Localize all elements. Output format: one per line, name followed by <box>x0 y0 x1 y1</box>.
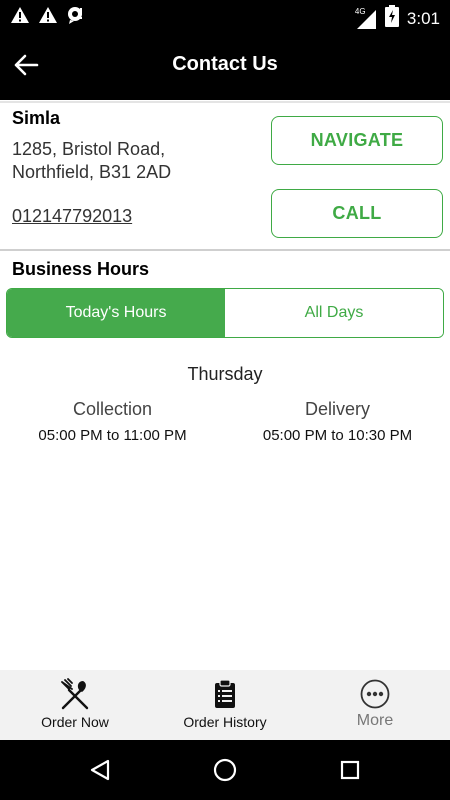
nav-label-order-now: Order Now <box>41 714 109 730</box>
clipboard-list-icon <box>208 678 242 710</box>
page-title: Contact Us <box>172 53 278 75</box>
divider <box>0 101 450 103</box>
nav-more[interactable]: More <box>300 670 450 740</box>
app-bar: Contact Us <box>0 34 450 100</box>
bottom-nav: Order Now Order History More <box>0 670 450 740</box>
status-notifications <box>10 6 86 29</box>
nav-order-now[interactable]: Order Now <box>0 670 150 740</box>
notification-icon <box>66 6 86 29</box>
collection-title: Collection <box>72 399 153 419</box>
call-button[interactable]: CALL <box>271 189 443 238</box>
tab-all-days[interactable]: All Days <box>225 289 443 337</box>
collection-hours: Collection 05:00 PM to 11:00 PM <box>0 399 225 444</box>
tab-todays-hours[interactable]: Today's Hours <box>7 289 225 337</box>
more-dots-icon <box>358 678 392 710</box>
collection-time: 05:00 PM to 11:00 PM <box>38 427 187 444</box>
nav-order-history[interactable]: Order History <box>150 670 300 740</box>
warning-icon <box>10 6 30 29</box>
status-bar: 4G 3:01 <box>0 0 450 34</box>
day-label: Thursday <box>187 364 263 384</box>
delivery-hours: Delivery 05:00 PM to 10:30 PM <box>225 399 450 444</box>
status-time: 3:01 <box>406 8 440 28</box>
signal-icon: 4G <box>355 7 377 30</box>
hours-tabs: Today's Hours All Days <box>6 288 444 338</box>
warning-icon <box>38 6 58 29</box>
address-line-2: Northfield, B31 2AD <box>12 162 172 182</box>
nav-label-order-history: Order History <box>183 714 267 730</box>
home-circle-icon[interactable] <box>210 755 240 785</box>
system-nav-bar <box>0 740 450 800</box>
status-system: 4G 3:01 <box>355 5 440 32</box>
back-triangle-icon[interactable] <box>85 755 115 785</box>
nav-label-more: More <box>356 712 394 729</box>
delivery-time: 05:00 PM to 10:30 PM <box>262 427 413 444</box>
recents-square-icon[interactable] <box>335 755 365 785</box>
divider <box>0 249 450 251</box>
fork-knife-icon <box>58 678 92 710</box>
battery-charging-icon <box>384 5 399 32</box>
delivery-title: Delivery <box>304 399 370 419</box>
address-line-1: 1285, Bristol Road, <box>12 139 166 159</box>
navigate-button[interactable]: NAVIGATE <box>271 116 443 165</box>
store-name: Simla <box>12 108 61 128</box>
business-hours-heading: Business Hours <box>12 259 150 279</box>
phone-number-link[interactable]: 012147792013 <box>12 206 132 227</box>
